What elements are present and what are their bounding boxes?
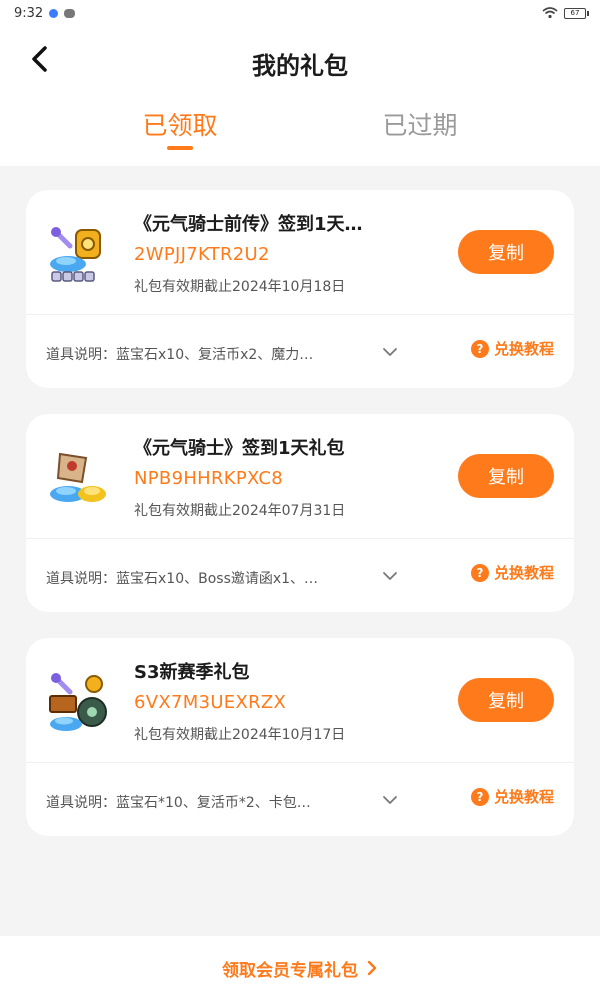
redeem-tutorial-link[interactable]: ? 兑换教程 [470,562,554,583]
page-title: 我的礼包 [252,52,348,80]
gift-code: 6VX7M3UEXRZX [134,692,287,713]
question-icon: ? [470,787,489,806]
gift-title: 《元气骑士前传》签到1天… [134,214,363,235]
chevron-down-icon [383,348,397,356]
redeem-tutorial-label: 兑换教程 [493,788,554,806]
member-gift-link[interactable]: 领取会员专属礼包 [0,936,600,1000]
redeem-tutorial-label: 兑换教程 [493,340,554,358]
chat-notification-icon [64,8,76,18]
question-icon: ? [470,563,489,582]
member-gift-label: 领取会员专属礼包 [222,960,358,981]
battery-icon: 67 [564,7,589,19]
gift-title: S3新赛季礼包 [134,662,250,683]
gift-bundle-icon [49,673,107,731]
wifi-icon [542,7,558,19]
tab-expired[interactable]: 已过期 [340,106,500,142]
header: 我的礼包 已领取 已过期 [0,26,600,166]
gift-bundle-icon [50,452,106,502]
item-description: 道具说明：蓝宝石*10、复活币*2、卡包… [46,795,311,811]
app-notification-icon [49,8,59,18]
redeem-tutorial-link[interactable]: ? 兑换教程 [470,338,554,359]
redeem-tutorial-link[interactable]: ? 兑换教程 [470,786,554,807]
gift-card: 《元气骑士前传》签到1天… 2WPJJ7KTR2U2 礼包有效期截止2024年1… [26,190,574,388]
gift-title: 《元气骑士》签到1天礼包 [134,438,345,459]
chevron-right-icon [367,960,377,976]
status-time: 9:32 [14,5,44,21]
gift-code: NPB9HHRKPXC8 [134,468,283,489]
expand-button[interactable] [378,340,402,364]
expand-button[interactable] [378,788,402,812]
item-description: 道具说明：蓝宝石x10、Boss邀请函x1、… [46,571,319,587]
copy-button[interactable]: 复制 [458,678,554,722]
card-divider [26,762,574,763]
card-divider [26,538,574,539]
status-right: 67 [542,7,589,19]
tab-indicator [167,146,193,150]
copy-button[interactable]: 复制 [458,230,554,274]
gift-expiry: 礼包有效期截止2024年07月31日 [134,503,346,519]
redeem-tutorial-label: 兑换教程 [493,564,554,582]
gift-code: 2WPJJ7KTR2U2 [134,244,270,265]
tab-claimed[interactable]: 已领取 [100,106,260,142]
chevron-down-icon [383,572,397,580]
gift-expiry: 礼包有效期截止2024年10月17日 [134,727,346,743]
chevron-down-icon [383,796,397,804]
expand-button[interactable] [378,564,402,588]
card-divider [26,314,574,315]
status-left: 9:32 [14,5,76,21]
gift-card: S3新赛季礼包 6VX7M3UEXRZX 礼包有效期截止2024年10月17日 … [26,638,574,836]
gift-card: 《元气骑士》签到1天礼包 NPB9HHRKPXC8 礼包有效期截止2024年07… [26,414,574,612]
item-description: 道具说明：蓝宝石x10、复活币x2、魔力… [46,347,314,363]
status-bar: 9:32 67 [0,0,600,26]
copy-button[interactable]: 复制 [458,454,554,498]
gift-expiry: 礼包有效期截止2024年10月18日 [134,279,346,295]
gift-bundle-icon [50,227,101,282]
question-icon: ? [470,339,489,358]
